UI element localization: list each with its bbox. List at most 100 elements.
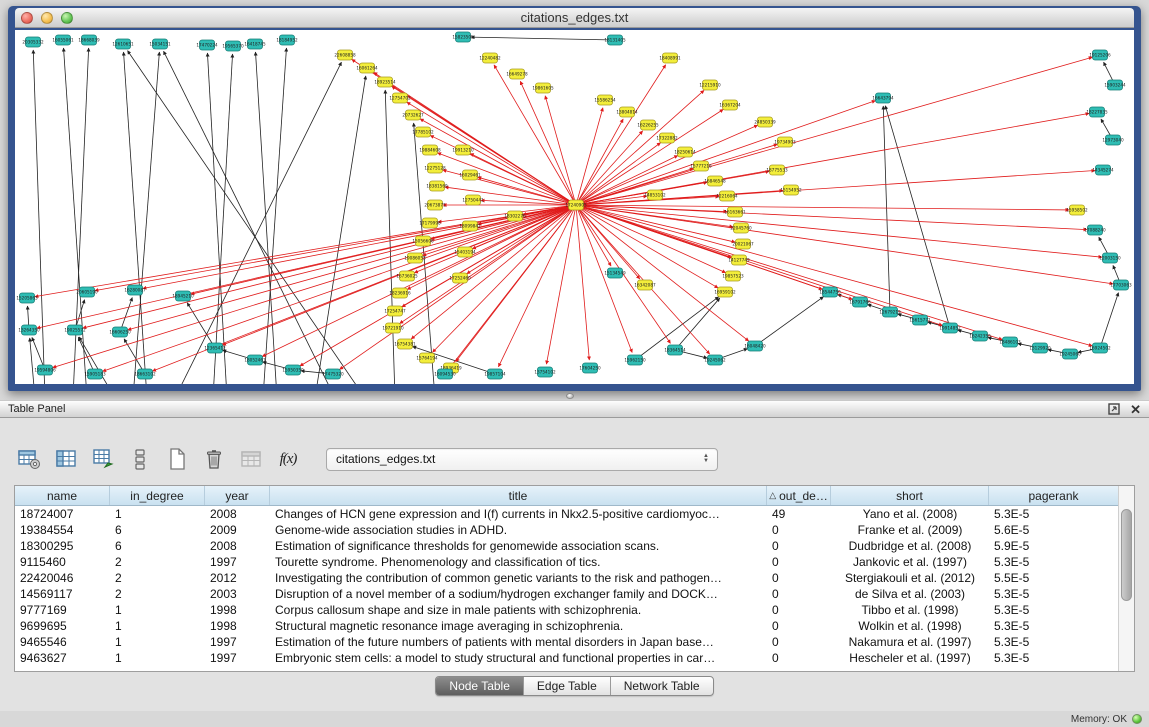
window-title: citations_edges.txt [15,10,1134,25]
column-header-out_de[interactable]: △out_de… [767,486,831,505]
graph-node-label: 12275128 [424,166,446,171]
table-row[interactable]: 1830029562008Estimation of significance … [15,538,1119,554]
graph-edge[interactable] [128,205,576,330]
table-panel: Table Panel ✕ f(x) [0,400,1149,711]
column-header-pagerank[interactable]: pagerank [989,486,1119,505]
network-canvas[interactable]: 2030533216055061186680391261065115034151… [15,30,1134,384]
graph-edge[interactable] [576,205,1113,284]
scrollbar-thumb[interactable] [1121,509,1132,601]
graph-edge[interactable] [576,205,1069,210]
graph-edge[interactable] [103,205,576,371]
graph-edge[interactable] [315,76,366,384]
column-label: short [896,489,923,503]
column-header-in_degree[interactable]: in_degree [110,486,205,505]
graph-edge[interactable] [35,205,576,297]
table-scrollbar[interactable] [1118,486,1134,671]
float-window-icon[interactable] [1108,403,1120,415]
graph-edge[interactable] [755,297,824,346]
graph-edge[interactable] [885,106,950,328]
network-table-select[interactable]: citations_edges.txt ▲▼ [326,448,718,471]
graph-edge[interactable] [576,65,666,205]
graph-edge[interactable] [1100,293,1118,348]
graph-node-label: 12610651 [112,42,134,47]
graph-node-label: 16791766 [849,300,871,305]
graph-edge[interactable] [546,205,576,364]
panel-divider-handle[interactable] [566,393,574,399]
graph-edge[interactable] [471,37,615,40]
table-row[interactable]: 946362711997Embryonic stem cells: a mode… [15,650,1119,666]
table-cell: Disruption of a novel member of a sodium… [270,586,767,602]
table-cell: 0 [767,570,831,586]
graph-edge[interactable] [30,338,35,384]
column-header-name[interactable]: name [15,486,110,505]
graph-edge[interactable] [175,62,341,384]
table-cell: 2003 [205,586,270,602]
table-row[interactable]: 1872400712008Changes of HCN gene express… [15,506,1119,522]
graph-node-label: 17322882 [656,136,678,141]
zoom-window-button[interactable] [61,12,73,24]
table-cell: 5.3E-5 [989,650,1119,666]
graph-node-label: 19884608 [419,148,441,153]
graph-node-label: 17604250 [579,366,601,371]
graph-node-label: 17240905 [565,203,587,208]
memory-status-label: Memory: OK [1071,714,1127,725]
tab-node-table[interactable]: Node Table [436,677,523,695]
close-panel-icon[interactable]: ✕ [1130,403,1141,416]
table-cell: 0 [767,586,831,602]
table-settings-icon[interactable] [16,446,42,472]
table-row[interactable]: 1456911722003Disruption of a novel membe… [15,586,1119,602]
row-options-icon[interactable] [127,446,153,472]
table-cell: 49 [767,506,831,522]
graph-edge[interactable] [213,54,233,384]
column-header-short[interactable]: short [831,486,989,505]
graph-edge[interactable] [576,205,1002,340]
table-cell: 0 [767,618,831,634]
graph-edge[interactable] [675,298,720,350]
graph-edge[interactable] [420,119,576,205]
graph-edge[interactable] [340,205,576,369]
table-cell: 2 [110,586,205,602]
table-cell: Franke et al. (2009) [831,522,989,538]
table-disabled-icon[interactable] [238,446,264,472]
graph-edge[interactable] [133,52,159,384]
graph-edge[interactable] [255,52,277,384]
column-header-title[interactable]: title [270,486,767,505]
table-cell: 2 [110,554,205,570]
graph-edge[interactable] [883,106,890,312]
network-view-window: citations_edges.txt 20305332160550611866… [8,6,1141,391]
column-header-year[interactable]: year [205,486,270,505]
table-row[interactable]: 2242004622012Investigating the contribut… [15,570,1119,586]
graph-node-label: 16163661 [724,210,746,215]
table-row[interactable]: 969969511998Structural magnetic resonanc… [15,618,1119,634]
close-window-button[interactable] [21,12,33,24]
graph-edge[interactable] [392,86,576,205]
graph-edge[interactable] [262,205,576,357]
graph-edge[interactable] [576,205,589,360]
table-row[interactable]: 946554611997Estimation of the future num… [15,634,1119,650]
minimize-window-button[interactable] [41,12,53,24]
table-cell: 1 [110,634,205,650]
graph-node-label: 15056606 [412,239,434,244]
graph-node-label: 18052461 [244,358,266,363]
graph-edge[interactable] [263,48,286,384]
new-document-icon[interactable] [164,446,190,472]
table-cell: 22420046 [15,570,110,586]
table-row[interactable]: 1938455462009Genome-wide association stu… [15,522,1119,538]
table-row[interactable]: 977716911998Corpus callosum shape and si… [15,602,1119,618]
table-cell: Yano et al. (2008) [831,506,989,522]
graph-edge[interactable] [83,205,576,328]
tab-network-table[interactable]: Network Table [610,677,713,695]
delete-icon[interactable] [201,446,227,472]
show-columns-icon[interactable] [53,446,79,472]
table-cell: 5.5E-5 [989,570,1119,586]
window-titlebar[interactable]: citations_edges.txt [15,8,1134,28]
graph-edge[interactable] [207,53,227,384]
import-table-icon[interactable] [90,446,116,472]
graph-node-label: 16606250 [109,330,131,335]
tab-edge-table[interactable]: Edge Table [523,677,610,695]
graph-edge[interactable] [576,57,1092,205]
table-row[interactable]: 911546021997Tourette syndrome. Phenomeno… [15,554,1119,570]
function-builder-icon[interactable]: f(x) [275,446,301,472]
table-cell: Corpus callosum shape and size in male p… [270,602,767,618]
select-arrows-icon: ▲▼ [699,454,713,464]
